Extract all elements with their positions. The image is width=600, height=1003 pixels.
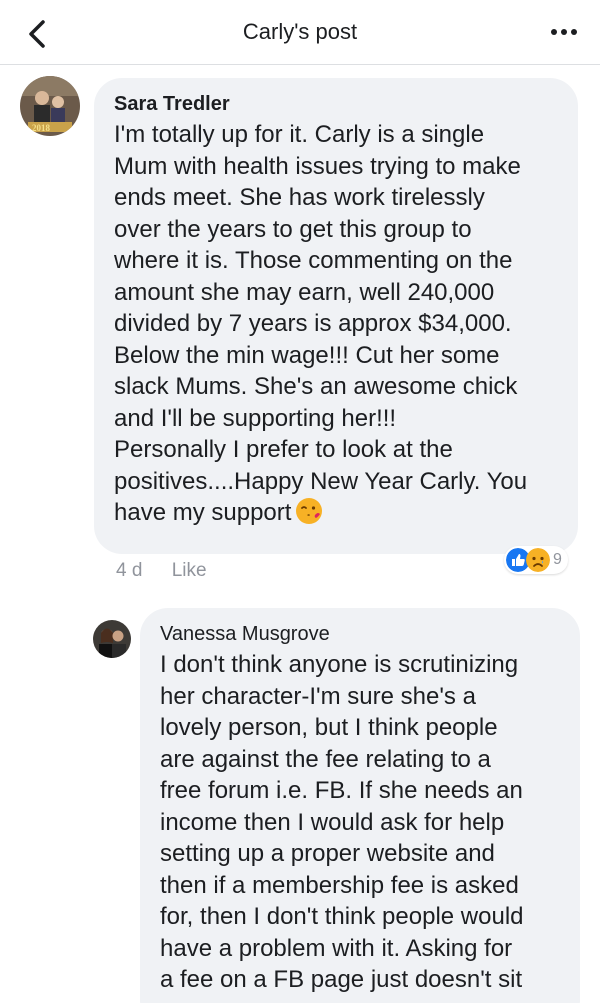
profile-photo-icon	[93, 620, 131, 658]
comment-vanessa: Vanessa Musgrove I don't think anyone is…	[0, 0, 600, 1003]
comment-text: I don't think anyone is scrutinizing her…	[160, 651, 524, 993]
comment-author[interactable]: Vanessa Musgrove	[160, 622, 330, 646]
post-comments-screen: Carly's post 2018 Sara Tredler I'm total…	[0, 0, 600, 1003]
avatar[interactable]	[93, 620, 131, 658]
